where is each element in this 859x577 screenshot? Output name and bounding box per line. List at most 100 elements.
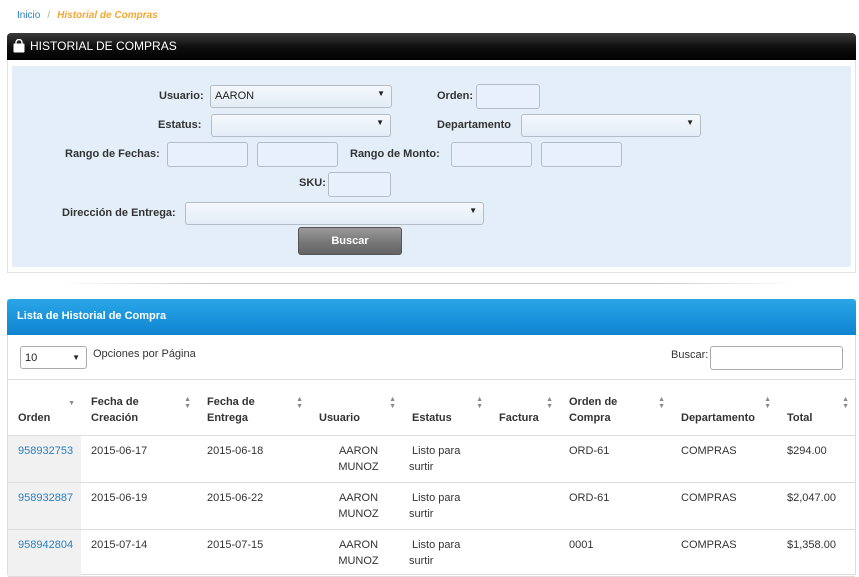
column-label-line2: Entrega: [207, 412, 248, 424]
column-header-departamento[interactable]: Departamento ▲ ▼: [671, 379, 777, 436]
cell-total: $2,047.00: [777, 482, 855, 530]
sku-label: SKU:: [299, 177, 326, 189]
cell-factura: [489, 529, 559, 577]
column-header-estatus[interactable]: Estatus ▲ ▼: [402, 379, 489, 436]
page-size-label: Opciones por Página: [93, 348, 196, 360]
rango-fechas-label: Rango de Fechas:: [65, 148, 160, 160]
list-title: Lista de Historial de Compra: [17, 310, 167, 322]
buscar-button[interactable]: Buscar: [298, 227, 402, 255]
column-label: Departamento: [681, 412, 755, 424]
cell-departamento: COMPRAS: [671, 482, 777, 530]
column-label-line2: Creación: [91, 412, 139, 424]
cell-estatus: Listo para surtir: [402, 435, 489, 483]
usuario-line2: MUNOZ: [338, 461, 379, 473]
cell-departamento: COMPRAS: [671, 529, 777, 577]
sort-icon: ▲ ▼: [764, 396, 771, 410]
column-label-line1: Fecha de: [91, 396, 139, 408]
orden-label: Orden:: [437, 90, 474, 102]
sort-desc-icon: ▼: [68, 400, 75, 407]
sku-input[interactable]: [328, 172, 391, 197]
usuario-line2: MUNOZ: [338, 555, 379, 567]
order-link[interactable]: 958942804: [18, 539, 73, 551]
filter-panel: [12, 66, 851, 267]
cell-creacion: 2015-06-17: [81, 435, 197, 483]
page-header: HISTORIAL DE COMPRAS: [7, 33, 856, 60]
direccion-entrega-select[interactable]: ▼: [185, 202, 484, 225]
estatus-label: Estatus:: [158, 119, 202, 131]
usuario-line2: MUNOZ: [338, 508, 379, 520]
usuario-line1: AARON: [338, 492, 379, 504]
cell-creacion: 2015-07-14: [81, 529, 197, 577]
column-header-orden[interactable]: Orden ▼: [8, 379, 81, 436]
sort-icon: ▲ ▼: [842, 396, 849, 410]
chevron-down-icon: ▼: [72, 353, 80, 362]
column-label-line1: Orden de: [569, 396, 618, 408]
breadcrumb-home-link[interactable]: Inicio: [17, 10, 40, 21]
cell-usuario: AARON MUNOZ: [309, 529, 402, 577]
cell-factura: [489, 482, 559, 530]
usuario-line1: AARON: [338, 539, 379, 551]
estatus-line1: Listo para: [412, 539, 461, 551]
page-size-value: 10: [25, 352, 38, 364]
cell-orden: 958932753: [8, 435, 81, 483]
column-header-usuario[interactable]: Usuario ▲ ▼: [309, 379, 402, 436]
estatus-line2: surtir: [409, 461, 434, 473]
table-row: 958942804 2015-07-14 2015-07-15 AARON MUN…: [8, 529, 855, 577]
estatus-select[interactable]: ▼: [211, 114, 391, 137]
estatus-line2: surtir: [409, 555, 434, 567]
cell-orden-compra: ORD-61: [559, 435, 671, 483]
table-row: 958932753 2015-06-17 2015-06-18 AARON MUN…: [8, 435, 855, 483]
column-header-total[interactable]: Total ▲ ▼: [777, 379, 855, 436]
column-header-orden-compra[interactable]: Orden de Compra ▲ ▼: [559, 379, 671, 436]
monto-max-input[interactable]: [541, 142, 622, 167]
column-header-fecha-creacion[interactable]: Fecha de Creación ▲ ▼: [81, 379, 197, 436]
column-label: Total: [787, 412, 813, 424]
cell-orden-compra: ORD-61: [559, 482, 671, 530]
estatus-line2: surtir: [409, 508, 434, 520]
table-row: 958932887 2015-06-19 2015-06-22 AARON MUN…: [8, 482, 855, 530]
orden-input[interactable]: [476, 84, 540, 109]
usuario-select[interactable]: AARON ▼: [210, 85, 392, 108]
usuario-select-value: AARON: [215, 90, 255, 102]
departamento-label: Departamento: [437, 119, 511, 131]
column-label: Orden: [18, 412, 51, 424]
breadcrumb-separator: /: [47, 10, 51, 21]
chevron-down-icon: ▼: [377, 89, 385, 98]
order-link[interactable]: 958932887: [18, 492, 73, 504]
cell-total: $1,358.00: [777, 529, 855, 577]
column-header-fecha-entrega[interactable]: Fecha de Entrega ▲ ▼: [197, 379, 309, 436]
column-label-line2: Compra: [569, 412, 611, 424]
search-label: Buscar:: [671, 349, 709, 361]
sort-icon: ▲ ▼: [296, 396, 303, 410]
departamento-select[interactable]: ▼: [521, 114, 701, 137]
page-title: HISTORIAL DE COMPRAS: [30, 39, 177, 53]
column-label-line1: Fecha de: [207, 396, 255, 408]
cell-orden-compra: 0001: [559, 529, 671, 577]
cell-factura: [489, 435, 559, 483]
estatus-line1: Listo para: [412, 445, 461, 457]
column-label: Estatus: [412, 412, 452, 424]
list-header: Lista de Historial de Compra: [7, 299, 856, 335]
order-link[interactable]: 958932753: [18, 445, 73, 457]
page-size-select[interactable]: 10 ▼: [20, 346, 87, 369]
cell-orden: 958942804: [8, 529, 81, 577]
monto-min-input[interactable]: [451, 142, 532, 167]
sort-icon: ▲ ▼: [389, 396, 396, 410]
column-header-factura[interactable]: Factura ▲ ▼: [489, 379, 559, 436]
cell-entrega: 2015-06-18: [197, 435, 309, 483]
cell-orden: 958932887: [8, 482, 81, 530]
cell-departamento: COMPRAS: [671, 435, 777, 483]
cell-entrega: 2015-07-15: [197, 529, 309, 577]
cell-usuario: AARON MUNOZ: [309, 482, 402, 530]
cell-entrega: 2015-06-22: [197, 482, 309, 530]
sort-icon: ▲ ▼: [658, 396, 665, 410]
fecha-fin-input[interactable]: [257, 142, 338, 167]
chevron-down-icon: ▼: [376, 118, 384, 127]
sort-icon: ▲ ▼: [546, 396, 553, 410]
cell-usuario: AARON MUNOZ: [309, 435, 402, 483]
column-label: Factura: [499, 412, 539, 424]
cell-estatus: Listo para surtir: [402, 529, 489, 577]
sort-icon: ▲ ▼: [184, 396, 191, 410]
search-input[interactable]: [710, 346, 843, 370]
fecha-inicio-input[interactable]: [167, 142, 248, 167]
